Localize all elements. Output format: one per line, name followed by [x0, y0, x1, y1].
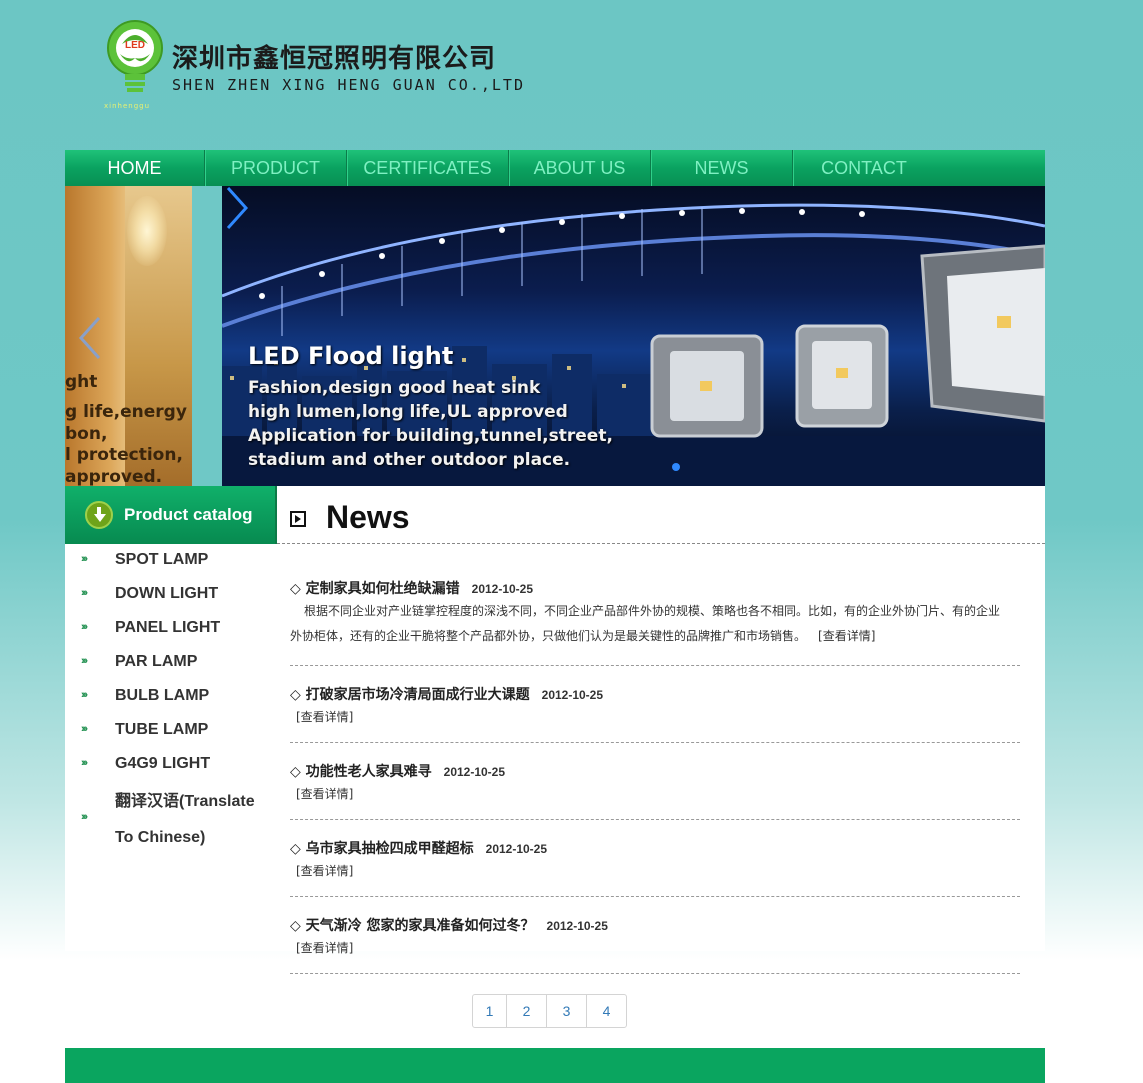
catalog-item-label: SPOT LAMP	[115, 551, 209, 568]
company-name-en: SHEN ZHEN XING HENG GUAN CO.,LTD	[172, 76, 525, 94]
banner-line: stadium and other outdoor place.	[248, 450, 571, 470]
catalog-item-spot-lamp[interactable]: ››› SPOT LAMP	[65, 544, 277, 578]
nav-item-product[interactable]: PRODUCT	[205, 150, 347, 186]
nav-item-home[interactable]: HOME	[65, 150, 205, 186]
news-item-more-link[interactable]: [查看详情]	[296, 939, 353, 956]
page-link-3[interactable]: 3	[546, 995, 586, 1027]
logo-badge: LED	[125, 40, 145, 51]
news-header: News	[277, 486, 1045, 544]
catalog-item-label: PANEL LIGHT	[115, 619, 221, 636]
bullet-chevron-icon: ›››	[81, 621, 88, 633]
news-item: ◇ 功能性老人家具难寻 2012-10-25 [查看详情]	[290, 761, 1020, 820]
bullet-chevron-icon: ›››	[81, 811, 88, 823]
banner-slide-flood-light[interactable]: LED Flood light Fashion,design good heat…	[222, 186, 1045, 486]
led-bulb-icon	[107, 20, 163, 92]
banner-prev-line: bon,	[65, 424, 108, 444]
news-item: ◇ 打破家居市场冷清局面成行业大课题 2012-10-25 [查看详情]	[290, 684, 1020, 743]
catalog-item-panel-light[interactable]: ››› PANEL LIGHT	[65, 612, 277, 646]
news-item: ◇ 定制家具如何杜绝缺漏错 2012-10-25 根据不同企业对产业链掌控程度的…	[290, 578, 1020, 666]
nav-item-certificates[interactable]: CERTIFICATES	[347, 150, 509, 186]
catalog-item-label: BULB LAMP	[115, 687, 210, 704]
logo-tagline: xinhenggu	[104, 102, 151, 110]
company-name-cn: 深圳市鑫恒冠照明有限公司	[172, 44, 497, 74]
catalog-item-down-light[interactable]: ››› DOWN LIGHT	[65, 578, 277, 612]
bullet-chevron-icon: ›››	[81, 689, 88, 701]
arrow-down-circle-icon	[85, 501, 113, 529]
product-catalog-title: Product catalog	[124, 505, 253, 524]
catalog-item-label: TUBE LAMP	[115, 721, 209, 738]
news-list: ◇ 定制家具如何杜绝缺漏错 2012-10-25 根据不同企业对产业链掌控程度的…	[290, 578, 1020, 992]
news-item-title[interactable]: ◇ 天气渐冷 您家的家具准备如何过冬？	[290, 915, 535, 935]
banner-prev-line: l protection,	[65, 445, 183, 465]
company-logo[interactable]: LED xinhenggu 深圳市鑫恒冠照明有限公司 SHEN ZHEN XIN…	[100, 14, 523, 118]
footer-bar	[65, 1048, 1045, 1083]
catalog-item-tube-lamp[interactable]: ››› TUBE LAMP	[65, 714, 277, 748]
news-item-date: 2012-10-25	[541, 688, 604, 702]
catalog-item-translate[interactable]: ››› 翻译汉语(Translate To Chinese)	[65, 782, 277, 854]
catalog-item-label: DOWN LIGHT	[115, 585, 219, 602]
page-link-1[interactable]: 1	[473, 995, 506, 1027]
catalog-item-g4g9-light[interactable]: ››› G4G9 LIGHT	[65, 748, 277, 782]
bullet-chevron-icon: ›››	[81, 655, 88, 667]
news-item-title[interactable]: ◇ 功能性老人家具难寻	[290, 761, 432, 781]
page-link-2[interactable]: 2	[506, 995, 546, 1027]
news-item-date: 2012-10-25	[485, 842, 548, 856]
banner-prev-line: ght	[65, 372, 98, 392]
news-item-more-link[interactable]: [查看详情]	[296, 708, 353, 725]
news-item-more-link[interactable]: [查看详情]	[296, 785, 353, 802]
nav-item-about-us[interactable]: ABOUT US	[509, 150, 651, 186]
banner-prev-line: approved.	[65, 467, 163, 486]
news-item-desc: 根据不同企业对产业链掌控程度的深浅不同，不同企业产品部件外协的规模、策略也各不相…	[290, 601, 1020, 647]
banner-gap	[192, 186, 222, 486]
catalog-item-par-lamp[interactable]: ››› PAR LAMP	[65, 646, 277, 680]
news-item-title[interactable]: ◇ 乌市家具抽检四成甲醛超标	[290, 838, 474, 858]
banner-line: Application for building,tunnel,street,	[248, 426, 613, 446]
news-title: News	[326, 499, 410, 535]
news-item: ◇ 天气渐冷 您家的家具准备如何过冬？ 2012-10-25 [查看详情]	[290, 915, 1020, 974]
catalog-item-label: G4G9 LIGHT	[115, 755, 211, 772]
carousel-next-arrow-icon[interactable]	[222, 186, 252, 230]
nav-item-news[interactable]: NEWS	[651, 150, 793, 186]
banner-line: high lumen,long life,UL approved	[248, 402, 568, 422]
bullet-chevron-icon: ›››	[81, 587, 88, 599]
news-item-date: 2012-10-25	[546, 919, 608, 933]
catalog-item-label: 翻译汉语(Translate To Chinese)	[115, 793, 255, 846]
carousel-dot[interactable]	[672, 463, 680, 471]
carousel-prev-arrow-icon[interactable]	[75, 316, 105, 360]
news-item-title[interactable]: ◇ 定制家具如何杜绝缺漏错	[290, 578, 460, 598]
news-item-date: 2012-10-25	[471, 582, 534, 596]
news-item-date: 2012-10-25	[443, 765, 506, 779]
pagination: 1 2 3 4	[472, 994, 627, 1028]
news-item-more-link[interactable]: [查看详情]	[296, 862, 353, 879]
banner-prev-slide: ght g life,energy bon, l protection, app…	[65, 186, 192, 486]
banner-title: LED Flood light	[248, 342, 454, 370]
main-nav: HOME PRODUCT CERTIFICATES ABOUT US NEWS …	[65, 150, 1045, 186]
catalog-item-bulb-lamp[interactable]: ››› BULB LAMP	[65, 680, 277, 714]
bullet-chevron-icon: ›››	[81, 553, 88, 565]
banner-prev-line: g life,energy	[65, 402, 187, 422]
bullet-chevron-icon: ›››	[81, 757, 88, 769]
page-link-4[interactable]: 4	[586, 995, 626, 1027]
banner-wall-light	[127, 196, 167, 266]
product-catalog-header: Product catalog	[65, 486, 277, 544]
nav-item-contact[interactable]: CONTACT	[793, 150, 935, 186]
news-item: ◇ 乌市家具抽检四成甲醛超标 2012-10-25 [查看详情]	[290, 838, 1020, 897]
bullet-chevron-icon: ›››	[81, 723, 88, 735]
product-catalog-list: ››› SPOT LAMP ››› DOWN LIGHT ››› PANEL L…	[65, 544, 277, 854]
news-item-more-link[interactable]: [查看详情]	[818, 626, 875, 647]
banner-line: Fashion,design good heat sink	[248, 378, 541, 398]
news-item-desc-text: 根据不同企业对产业链掌控程度的深浅不同，不同企业产品部件外协的规模、策略也各不相…	[290, 604, 1001, 643]
banner-carousel: ght g life,energy bon, l protection, app…	[65, 186, 1045, 486]
catalog-item-label: PAR LAMP	[115, 653, 198, 670]
play-square-icon	[290, 511, 306, 527]
news-item-title[interactable]: ◇ 打破家居市场冷清局面成行业大课题	[290, 684, 530, 704]
